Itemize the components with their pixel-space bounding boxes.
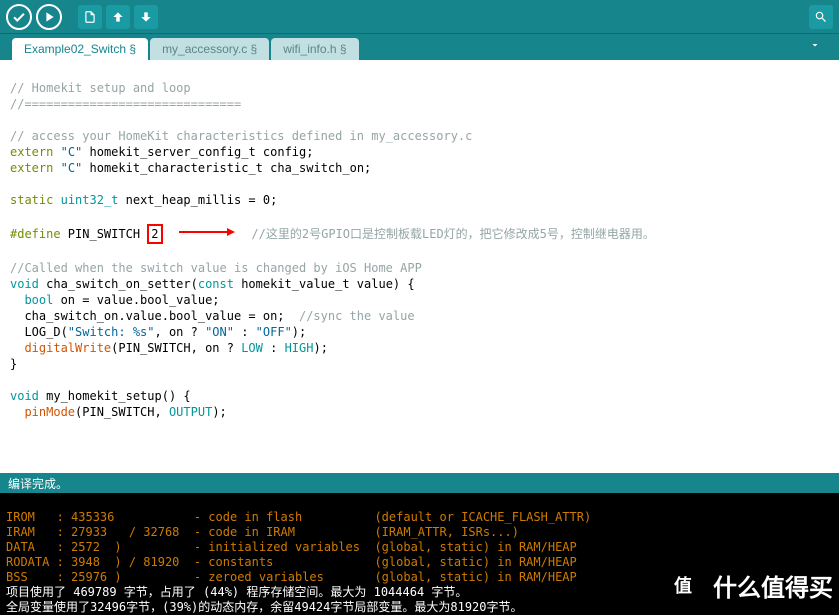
code-text: PIN_SWITCH [61,227,148,241]
constant: OUTPUT [169,405,212,419]
function: digitalWrite [24,341,111,355]
tab-main-sketch[interactable]: Example02_Switch § [12,38,148,60]
code-text: my_homekit_setup() { [39,389,191,403]
console-line: IROM : 435336 - code in flash (default o… [6,510,591,524]
status-text: 编译完成。 [8,475,68,492]
comment-line: // Homekit setup and loop [10,81,191,95]
code-text: next_heap_millis = 0; [118,193,277,207]
string: "C" [61,161,83,175]
code-text: ); [212,405,226,419]
arrow-annotation [177,226,237,238]
comment-line: //============================== [10,97,241,111]
tab-wifi-info[interactable]: wifi_info.h § [271,38,358,60]
console-line: DATA : 2572 ) - initialized variables (g… [6,540,577,554]
console-line: BSS : 25976 ) - zeroed variables (global… [6,570,577,584]
watermark-logo: 值 [659,561,707,609]
console-line: IRAM : 27933 / 32768 - code in IRAM (IRA… [6,525,519,539]
comment: //sync the value [299,309,415,323]
code-text: cha_switch_on_setter( [39,277,198,291]
code-text: homekit_server_config_t config; [82,145,313,159]
code-text: homekit_value_t value) { [234,277,415,291]
watermark-text: 什么值得买 [713,568,833,603]
keyword: void [10,277,39,291]
code-text: , on ? [155,325,206,339]
constant: LOW [241,341,263,355]
status-bar: 编译完成。 [0,473,839,493]
string: "Switch: %s" [68,325,155,339]
keyword: static [10,193,53,207]
function: pinMode [24,405,75,419]
code-text: (PIN_SWITCH, on ? [111,341,241,355]
code-text: : [263,341,285,355]
keyword: extern [10,161,53,175]
watermark: 值 什么值得买 [659,561,833,609]
keyword: extern [10,145,53,159]
tab-menu-button[interactable] [803,34,827,60]
open-file-button[interactable] [106,5,130,29]
code-text: LOG_D( [10,325,68,339]
toolbar [0,0,839,34]
keyword: const [198,277,234,291]
code-text: ); [292,325,306,339]
type: bool [24,293,53,307]
new-file-button[interactable] [78,5,102,29]
code-text: : [234,325,256,339]
console-line: RODATA : 3948 ) / 81920 - constants (glo… [6,555,577,569]
keyword: void [10,389,39,403]
code-text: on = value.bool_value; [53,293,219,307]
tab-accessory[interactable]: my_accessory.c § [150,38,269,60]
constant: HIGH [285,341,314,355]
tab-bar: Example02_Switch § my_accessory.c § wifi… [0,34,839,60]
define-keyword: #define [10,227,61,241]
string: "ON" [205,325,234,339]
code-text: (PIN_SWITCH, [75,405,169,419]
console-line: 项目使用了 469789 字节，占用了 (44%) 程序存储空间。最大为 104… [6,585,467,599]
code-editor[interactable]: // Homekit setup and loop //============… [0,60,839,473]
code-text: homekit_characteristic_t cha_switch_on; [82,161,371,175]
upload-button[interactable] [36,4,62,30]
code-text: } [10,357,17,371]
string: "OFF" [256,325,292,339]
code-text: cha_switch_on.value.bool_value = on; [10,309,299,323]
save-button[interactable] [134,5,158,29]
verify-button[interactable] [6,4,32,30]
serial-monitor-button[interactable] [809,5,833,29]
string: "C" [61,145,83,159]
code-text: ); [313,341,327,355]
highlighted-value: 2 [147,224,162,244]
type: uint32_t [61,193,119,207]
annotation-comment: //这里的2号GPIO口是控制板载LED灯的，把它修改成5号，控制继电器用。 [251,227,654,241]
comment-line: //Called when the switch value is change… [10,261,422,275]
console-line: 全局变量使用了32496字节，(39%)的动态内存，余留49424字节局部变量。… [6,600,523,614]
comment-line: // access your HomeKit characteristics d… [10,129,472,143]
